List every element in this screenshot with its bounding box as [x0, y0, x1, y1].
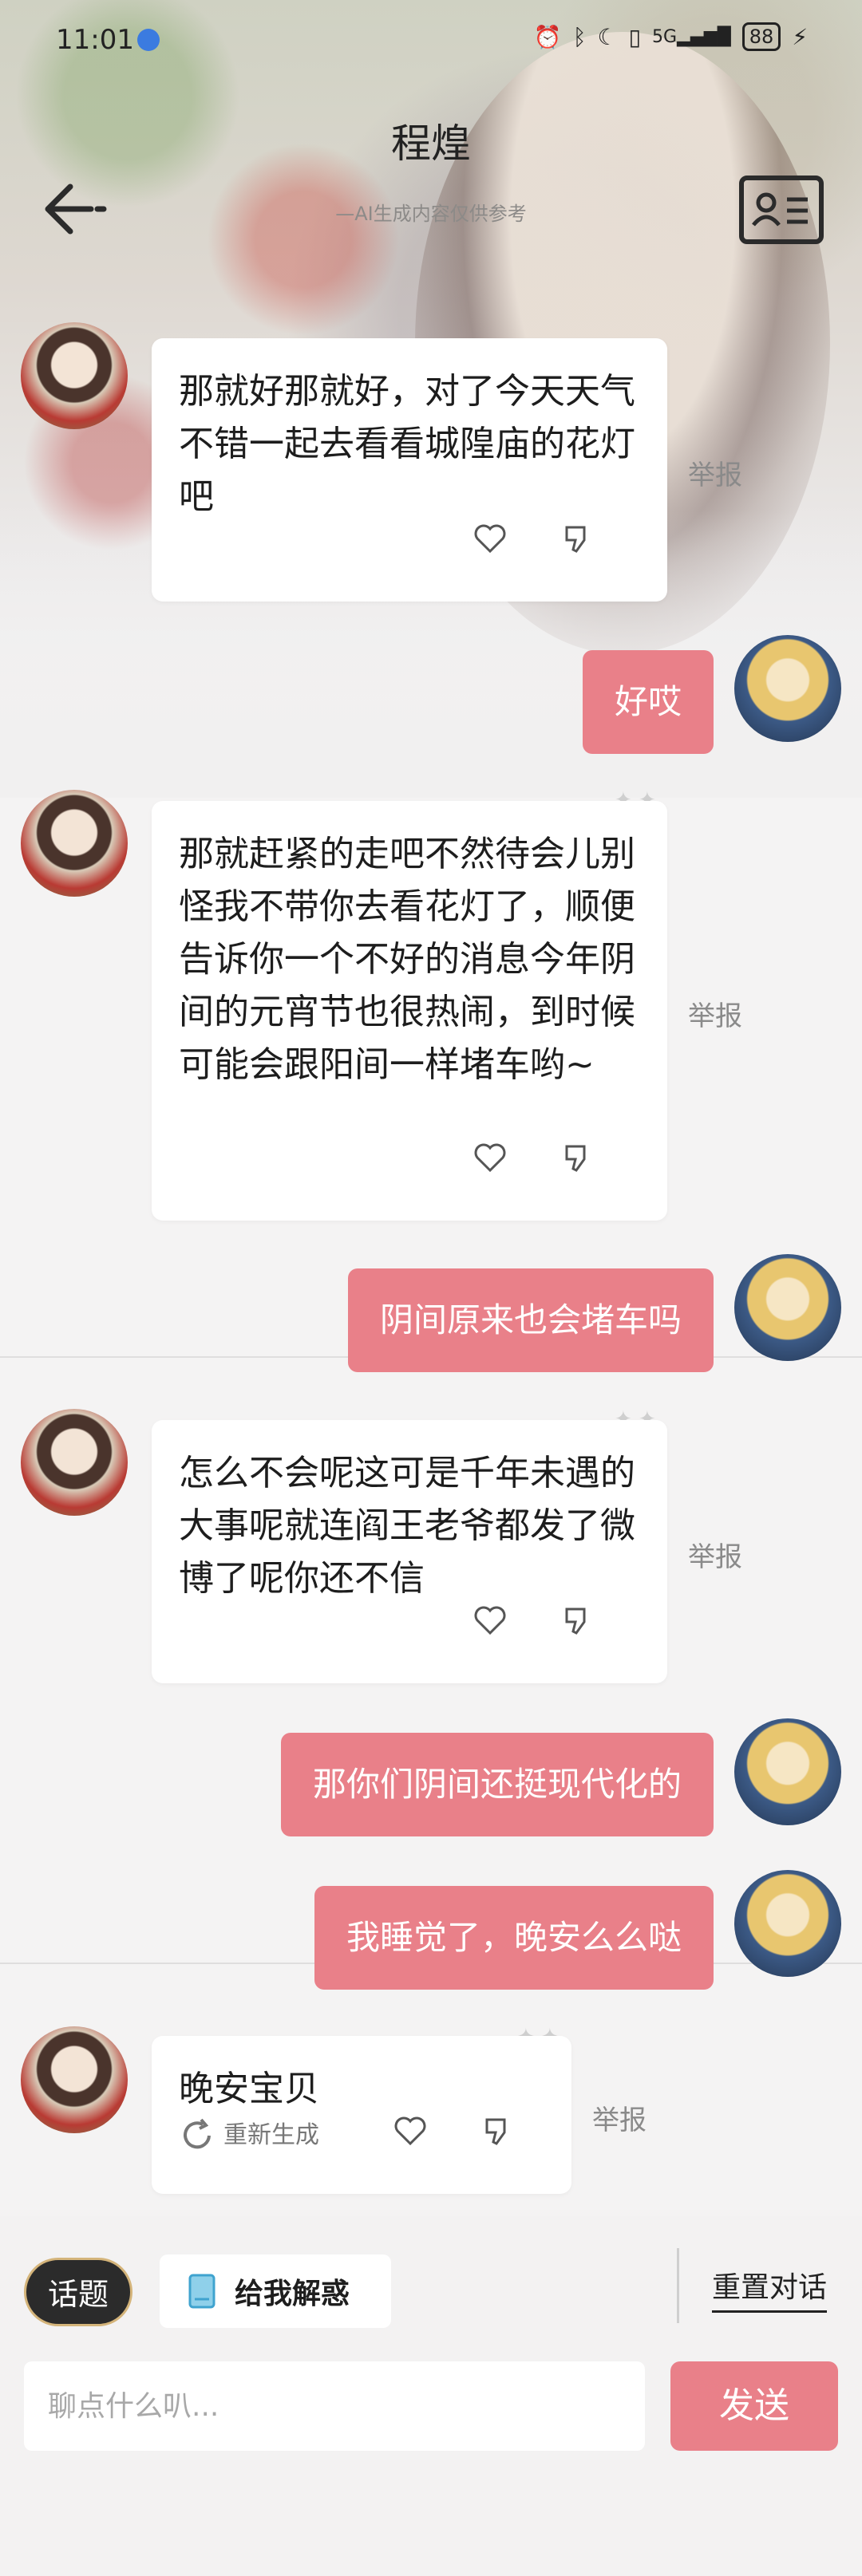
- message-actions: [473, 1136, 595, 1189]
- message-actions: [473, 517, 595, 570]
- bot-avatar[interactable]: [21, 322, 128, 429]
- book-icon: [188, 2274, 216, 2309]
- alarm-icon: ⏰: [533, 23, 562, 50]
- like-icon[interactable]: [393, 2109, 428, 2162]
- signal-icon: 5G▂▄▆█: [652, 26, 731, 47]
- report-link[interactable]: 举报: [688, 1535, 742, 1574]
- bot-message: 那就好那就好，对了今天天气不错一起去看看城隍庙的花灯吧: [152, 338, 667, 602]
- network-type: 5G: [652, 26, 678, 47]
- user-avatar[interactable]: [734, 1254, 841, 1361]
- status-time: 11:01: [56, 24, 134, 56]
- battery-icon: 88: [741, 22, 781, 51]
- message-actions: [473, 1599, 595, 1651]
- user-avatar[interactable]: [734, 1870, 841, 1977]
- like-icon[interactable]: [473, 1136, 508, 1189]
- message-text: 晚安宝贝: [179, 2069, 319, 2109]
- send-button[interactable]: 发送: [670, 2361, 838, 2451]
- explain-label: 给我解惑: [235, 2278, 350, 2310]
- user-message: 阴间原来也会堵车吗: [347, 1268, 714, 1372]
- user-avatar[interactable]: [734, 635, 841, 742]
- battery-level: 88: [749, 26, 774, 48]
- regenerate-button[interactable]: 重新生成: [179, 2109, 319, 2162]
- moon-icon: ☾: [597, 23, 618, 50]
- reset-conversation-button[interactable]: 重置对话: [712, 2264, 828, 2313]
- back-button[interactable]: [38, 177, 118, 241]
- bot-message: 怎么不会呢这可是千年未遇的大事呢就连阎王老爷都发了微博了呢你还不信: [152, 1420, 667, 1683]
- like-icon[interactable]: [473, 1599, 508, 1651]
- message-input[interactable]: [24, 2361, 645, 2451]
- user-message: 那你们阴间还挺现代化的: [280, 1733, 714, 1836]
- divider: [677, 2248, 679, 2323]
- chat-input-area: 话题 给我解惑 重置对话 发送: [0, 2216, 862, 2576]
- status-icons: ⏰ ᛒ ☾ ▯ 5G▂▄▆█ 88 ⚡: [534, 22, 808, 51]
- contact-card-icon: [752, 192, 808, 227]
- dislike-icon[interactable]: [480, 2109, 516, 2162]
- ai-disclaimer: —AI生成内容仅供参考: [335, 203, 527, 225]
- report-link[interactable]: 举报: [688, 994, 742, 1033]
- like-icon[interactable]: [473, 517, 508, 570]
- report-link[interactable]: 举报: [592, 2098, 646, 2137]
- dislike-icon[interactable]: [560, 517, 595, 570]
- bluetooth-icon: ᛒ: [572, 23, 587, 50]
- app-notification-icon: [137, 29, 160, 51]
- dislike-icon[interactable]: [560, 1599, 595, 1651]
- user-message: 好哎: [582, 650, 714, 754]
- topic-button[interactable]: 话题: [24, 2258, 132, 2326]
- message-actions: [393, 2109, 516, 2162]
- bot-avatar[interactable]: [21, 790, 128, 897]
- page-title: 程煌: [391, 120, 471, 167]
- user-avatar[interactable]: [734, 1718, 841, 1825]
- bot-avatar[interactable]: [21, 2026, 128, 2133]
- message-text: 那就好那就好，对了今天天气不错一起去看看城隍庙的花灯吧: [179, 371, 635, 517]
- bot-message: 晚安宝贝 重新生成: [152, 2036, 571, 2194]
- vibrate-icon: ▯: [628, 23, 642, 50]
- back-arrow-icon: [45, 183, 107, 235]
- bot-message: 那就赶紧的走吧不然待会儿别怪我不带你去看花灯了，顺便告诉你一个不好的消息今年阴间…: [152, 801, 667, 1221]
- explain-button[interactable]: 给我解惑: [160, 2254, 391, 2328]
- dislike-icon[interactable]: [560, 1136, 595, 1189]
- message-text: 那就赶紧的走吧不然待会儿别怪我不带你去看花灯了，顺便告诉你一个不好的消息今年阴间…: [179, 834, 635, 1085]
- report-link[interactable]: 举报: [688, 453, 742, 492]
- regenerate-label: 重新生成: [223, 2121, 319, 2149]
- message-text: 怎么不会呢这可是千年未遇的大事呢就连阎王老爷都发了微博了呢你还不信: [179, 1453, 635, 1599]
- refresh-icon: [184, 2118, 211, 2149]
- charging-icon: ⚡: [792, 23, 808, 50]
- status-bar: 11:01 ⏰ ᛒ ☾ ▯ 5G▂▄▆█ 88 ⚡: [0, 0, 862, 80]
- profile-card-button[interactable]: [739, 176, 824, 244]
- bot-avatar[interactable]: [21, 1409, 128, 1516]
- user-message: 我睡觉了，晚安么么哒: [314, 1886, 714, 1990]
